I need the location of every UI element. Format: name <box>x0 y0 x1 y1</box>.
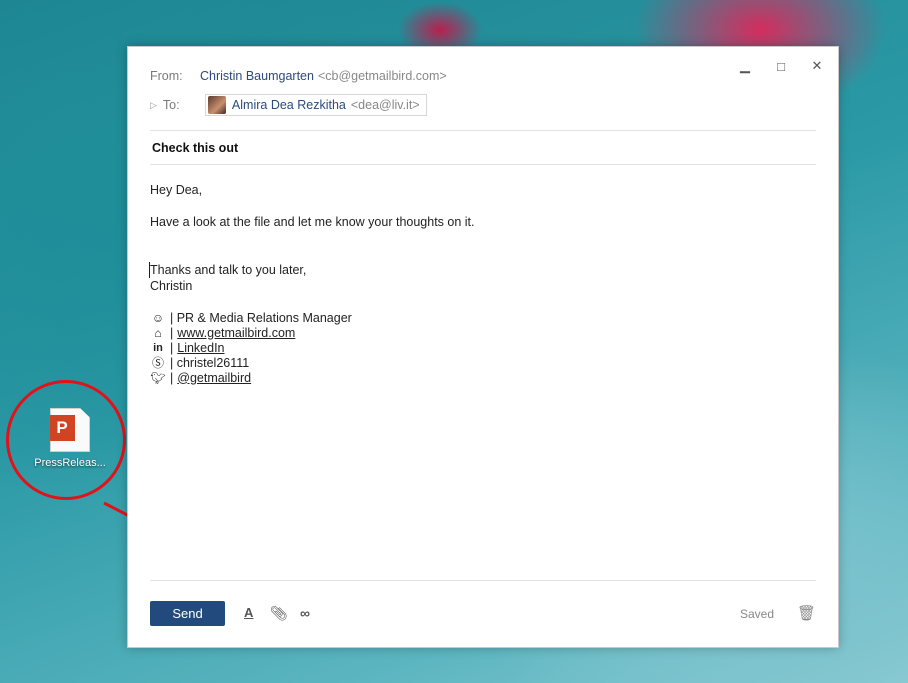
avatar <box>207 96 226 114</box>
separator: | <box>170 325 174 340</box>
linkedin-link[interactable]: LinkedIn <box>177 340 224 356</box>
skype-icon: Ⓢ <box>151 355 164 370</box>
from-row: From: Christin Baumgarten <cb@getmailbir… <box>150 69 447 83</box>
minimize-button[interactable]: ▁ <box>738 58 752 73</box>
attach-icon[interactable]: 📎︎ <box>270 605 288 622</box>
recipient-chip[interactable]: Almira Dea Rezkitha <dea@liv.it> <box>204 94 427 116</box>
expand-recipients-icon[interactable]: ▷ <box>150 100 157 111</box>
from-label: From: <box>150 69 183 83</box>
linkedin-icon: in <box>153 341 163 354</box>
message-body[interactable]: Hey Dea, Have a look at the file and let… <box>149 182 475 385</box>
footer-divider <box>150 580 816 581</box>
callout-circle-file <box>6 380 126 500</box>
signature-website-line: ⌂ | www.getmailbird.com <box>150 325 475 340</box>
close-button[interactable]: ✕ <box>810 58 824 73</box>
maximize-button[interactable]: □ <box>774 59 788 74</box>
twitter-icon: 🐦︎ <box>150 370 166 385</box>
body-name: Christin <box>150 279 193 293</box>
signature-skype-line: Ⓢ | christel26111 <box>150 355 475 370</box>
recipient-address: <dea@liv.it> <box>350 98 420 112</box>
compose-footer: Send A 📎︎ ∞ Saved 🗑︎ <box>150 601 816 631</box>
separator: | <box>170 340 174 355</box>
compose-window: ▁ □ ✕ From: Christin Baumgarten <cb@getm… <box>127 46 839 648</box>
saved-status: Saved <box>739 607 774 621</box>
from-name[interactable]: Christin Baumgarten <box>200 69 314 83</box>
home-icon: ⌂ <box>154 325 162 340</box>
skype-handle: | christel26111 <box>170 355 250 370</box>
signature-twitter-line: 🐦︎ | @getmailbird <box>150 370 475 385</box>
subject-divider <box>150 164 816 165</box>
body-closing: Thanks and talk to you later, <box>149 262 475 278</box>
website-link[interactable]: www.getmailbird.com <box>177 325 295 341</box>
recipient-name: Almira Dea Rezkitha <box>231 98 346 112</box>
header-divider <box>150 130 816 131</box>
signature-linkedin-line: in | LinkedIn <box>150 340 475 355</box>
body-line: Have a look at the file and let me know … <box>150 215 475 229</box>
twitter-link[interactable]: @getmailbird <box>177 370 251 386</box>
to-row: ▷ To: Almira Dea Rezkitha <dea@liv.it> <box>150 94 427 116</box>
body-greeting: Hey Dea, <box>150 183 203 197</box>
separator: | <box>170 370 174 385</box>
window-controls: ▁ □ ✕ <box>738 58 824 74</box>
signature-title-line: ☺ | PR & Media Relations Manager <box>150 310 475 325</box>
subject-field[interactable]: Check this out <box>152 141 238 155</box>
format-text-icon[interactable]: A <box>244 605 253 620</box>
send-button[interactable]: Send <box>150 601 225 626</box>
person-icon: ☺ <box>151 310 165 325</box>
trash-icon[interactable]: 🗑︎ <box>797 604 816 622</box>
signature-title: | PR & Media Relations Manager <box>170 310 352 325</box>
insert-link-icon[interactable]: ∞ <box>300 605 310 621</box>
from-address: <cb@getmailbird.com> <box>317 69 447 83</box>
